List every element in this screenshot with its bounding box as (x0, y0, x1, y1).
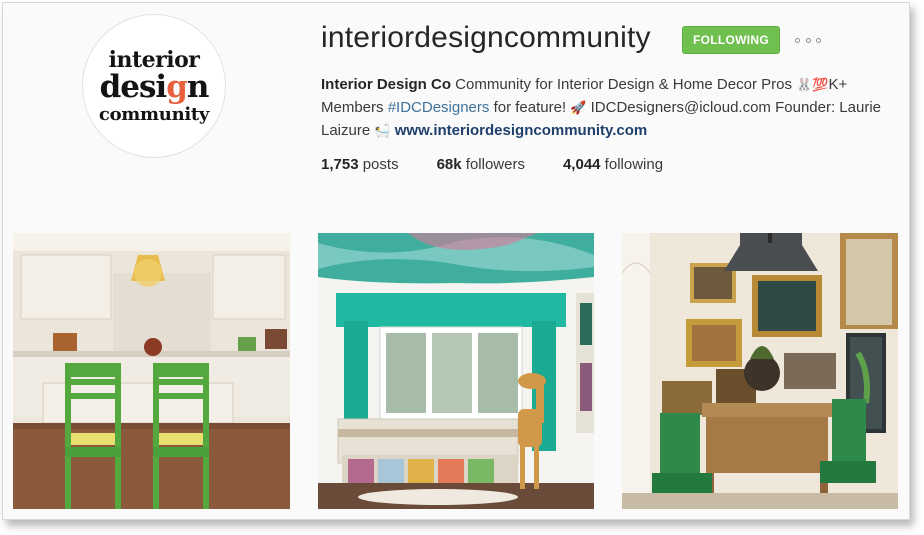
bio-website-link[interactable]: www.interiordesigncommunity.com (395, 122, 648, 139)
post-thumbnail-2[interactable] (318, 233, 594, 509)
following-button[interactable]: FOLLOWING (682, 26, 780, 54)
bath-icon: 🛀 (374, 123, 391, 138)
bunny-icon: 🐰 (796, 77, 813, 92)
avatar-text-line3: community (98, 103, 210, 125)
rocket-icon: 🚀 (570, 100, 587, 115)
post-thumbnail-1[interactable] (13, 233, 290, 509)
avatar-text-line2: design (99, 68, 210, 105)
bio-hashtag-link[interactable]: #IDCDesigners (388, 99, 490, 116)
avatar-text-line1: interior (108, 46, 200, 73)
ellipsis-icon[interactable] (795, 33, 821, 47)
profile-username: interiordesigncommunity (321, 21, 651, 54)
hundred-icon: 💯 (812, 77, 829, 92)
followers-stat[interactable]: 68k followers (437, 156, 525, 173)
profile-bio: Interior Design Co Community for Interio… (321, 76, 881, 139)
posts-stat: 1,753 posts (321, 156, 399, 173)
post-thumbnail-3[interactable] (622, 233, 898, 509)
bio-full-name: Interior Design Co (321, 76, 452, 93)
profile-avatar[interactable]: interior design community (82, 14, 226, 158)
profile-stats: 1,753 posts 68k followers 4,044 followin… (321, 156, 701, 173)
following-stat[interactable]: 4,044 following (563, 156, 663, 173)
